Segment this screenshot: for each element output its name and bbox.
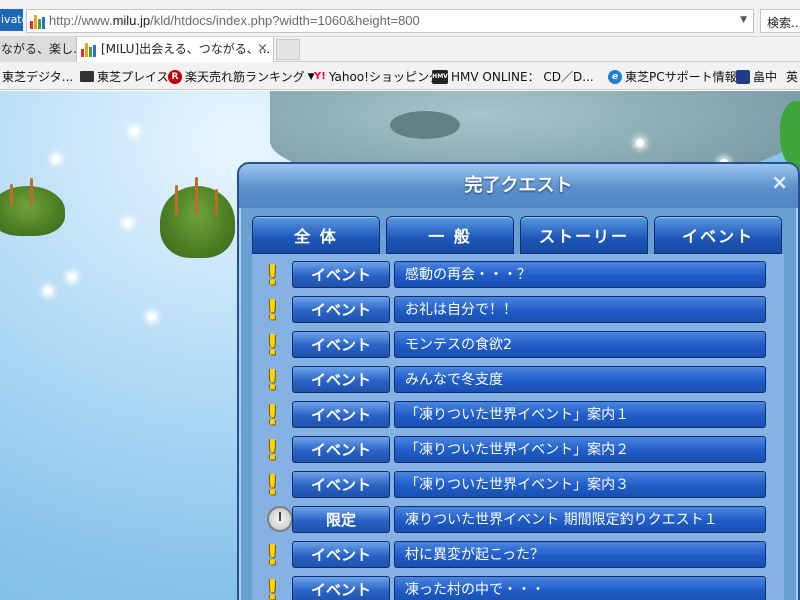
favorite-toshiba-digital[interactable]: 東芝デジタ... xyxy=(2,68,73,85)
tab-active[interactable]: [MILU]出会える、つながる、... × xyxy=(76,37,274,62)
grass-scenery xyxy=(780,101,800,171)
milu-site-icon xyxy=(30,13,46,29)
window-title: 完了クエスト xyxy=(239,164,798,208)
rakuten-icon: R xyxy=(168,69,182,84)
toshiba-place-icon xyxy=(80,71,94,82)
quest-category: イベント xyxy=(292,471,390,498)
favorite-hatanaka[interactable]: 畠中 xyxy=(736,68,777,85)
exclamation-icon: ! xyxy=(266,363,279,396)
favorite-label: 畠中 xyxy=(753,70,778,84)
quest-row[interactable]: ! イベント モンテスの食欲2 xyxy=(262,329,782,360)
quest-list: ! イベント 感動の再会・・・？ ! イベント お礼は自分で！！ ! イベント … xyxy=(252,254,784,600)
quest-title: 「凍りついた世界イベント」案内２ xyxy=(394,436,766,463)
quest-row[interactable]: ! イベント 「凍りついた世界イベント」案内１ xyxy=(262,399,782,430)
yahoo-icon: Y! xyxy=(314,71,326,82)
clock-icon xyxy=(266,504,294,535)
quest-row[interactable]: ! イベント 「凍りついた世界イベント」案内３ xyxy=(262,469,782,500)
rock-scenery xyxy=(390,111,460,139)
favorite-toshiba-pc-support[interactable]: e 東芝PCサポート情報 xyxy=(608,68,737,85)
snowflake xyxy=(52,155,60,163)
quest-category: イベント xyxy=(292,366,390,393)
quest-category: イベント xyxy=(292,296,390,323)
quest-row[interactable]: ! イベント みんなで冬支度 xyxy=(262,364,782,395)
close-icon[interactable]: × xyxy=(771,170,788,194)
quest-category: イベント xyxy=(292,331,390,358)
favorites-bar: 東芝デジタ... 東芝プレイス R 楽天売れ筋ランキング ▼ Y! Yahoo!… xyxy=(0,62,800,90)
quest-category: イベント xyxy=(292,261,390,288)
tab-bar: ながる、楽し... [MILU]出会える、つながる、... × xyxy=(0,37,800,62)
favorite-rakuten-ranking[interactable]: R 楽天売れ筋ランキング ▼ xyxy=(168,68,315,85)
snowflake xyxy=(148,313,156,321)
snowflake xyxy=(124,219,132,227)
exclamation-icon: ! xyxy=(266,258,279,291)
bookmark-icon xyxy=(736,69,750,84)
quest-title: 「凍りついた世界イベント」案内１ xyxy=(394,401,766,428)
tab-event[interactable]: イベント xyxy=(654,216,782,254)
quest-row[interactable]: 限定 凍りついた世界イベント 期間限定釣りクエスト１ xyxy=(262,504,782,535)
quest-title: お礼は自分で！！ xyxy=(394,296,766,323)
bush-scenery xyxy=(160,176,235,258)
snowflake xyxy=(636,139,644,147)
quest-title: 感動の再会・・・？ xyxy=(394,261,766,288)
quest-category: イベント xyxy=(292,541,390,568)
exclamation-icon: ! xyxy=(266,398,279,431)
close-tab-icon[interactable]: × xyxy=(257,37,268,61)
completed-quest-window: 完了クエスト × 全 体 一 般 ストーリー イベント ! イベント 感動の再会… xyxy=(237,162,800,600)
favorite-label: 東芝プレイス xyxy=(97,70,169,84)
quest-category: イベント xyxy=(292,401,390,428)
exclamation-icon: ! xyxy=(266,328,279,361)
tab-general[interactable]: 一 般 xyxy=(386,216,514,254)
favorite-label: HMV ONLINE： CD／D... xyxy=(451,70,594,84)
quest-title: 凍った村の中で・・・ xyxy=(394,576,766,600)
address-bar-row: ivate http://www.milu.jp/kld/htdocs/inde… xyxy=(0,0,800,37)
quest-title: モンテスの食欲2 xyxy=(394,331,766,358)
favorite-toshiba-place[interactable]: 東芝プレイス xyxy=(80,68,169,85)
tab-story[interactable]: ストーリー xyxy=(520,216,648,254)
snowflake xyxy=(44,287,52,295)
favorite-yahoo-shopping[interactable]: Y! Yahoo!ショッピング xyxy=(314,68,441,85)
exclamation-icon: ! xyxy=(266,573,279,600)
favorite-hmv-online[interactable]: HMV HMV ONLINE： CD／D... xyxy=(432,68,594,85)
bush-scenery xyxy=(0,178,65,236)
exclamation-icon: ! xyxy=(266,468,279,501)
favorite-label: Yahoo!ショッピング xyxy=(328,70,441,84)
url-text: http://www.milu.jp/kld/htdocs/index.php?… xyxy=(49,13,420,28)
search-input[interactable]: 検索... xyxy=(760,9,800,33)
address-dropdown-icon[interactable]: ▼ xyxy=(740,15,747,25)
quest-title: 村に異変が起こった？ xyxy=(394,541,766,568)
tab-all[interactable]: 全 体 xyxy=(252,216,380,254)
snowflake xyxy=(68,273,76,281)
tab-active-label: [MILU]出会える、つながる、... xyxy=(101,42,271,56)
favorite-label: 東芝デジタ... xyxy=(2,70,74,84)
quest-row[interactable]: ! イベント 感動の再会・・・？ xyxy=(262,259,782,290)
quest-title: 「凍りついた世界イベント」案内３ xyxy=(394,471,766,498)
quest-row[interactable]: ! イベント お礼は自分で！！ xyxy=(262,294,782,325)
new-tab-button[interactable] xyxy=(276,39,300,60)
quest-category: イベント xyxy=(292,436,390,463)
inprivate-badge[interactable]: ivate xyxy=(0,9,23,31)
favorite-english[interactable]: 英 xyxy=(786,68,798,85)
favorite-label: 東芝PCサポート情報 xyxy=(625,70,737,84)
tab-inactive[interactable]: ながる、楽し... xyxy=(0,37,76,62)
game-viewport[interactable]: 完了クエスト × 全 体 一 般 ストーリー イベント ! イベント 感動の再会… xyxy=(0,91,800,600)
ie-icon: e xyxy=(608,69,622,84)
quest-row[interactable]: ! イベント 凍った村の中で・・・ xyxy=(262,574,782,600)
favorite-label: 楽天売れ筋ランキング xyxy=(185,70,305,84)
quest-tabs: 全 体 一 般 ストーリー イベント xyxy=(252,216,782,254)
quest-category: イベント xyxy=(292,576,390,600)
exclamation-icon: ! xyxy=(266,433,279,466)
address-bar[interactable]: http://www.milu.jp/kld/htdocs/index.php?… xyxy=(26,9,754,33)
hmv-icon: HMV xyxy=(432,69,448,84)
exclamation-icon: ! xyxy=(266,538,279,571)
snowflake xyxy=(130,127,138,135)
quest-category: 限定 xyxy=(292,506,390,533)
quest-row[interactable]: ! イベント 「凍りついた世界イベント」案内２ xyxy=(262,434,782,465)
quest-title: 凍りついた世界イベント 期間限定釣りクエスト１ xyxy=(394,506,766,533)
milu-tab-icon xyxy=(81,41,97,57)
favorite-label: 英 xyxy=(786,70,799,84)
quest-row[interactable]: ! イベント 村に異変が起こった？ xyxy=(262,539,782,570)
exclamation-icon: ! xyxy=(266,293,279,326)
quest-title: みんなで冬支度 xyxy=(394,366,766,393)
